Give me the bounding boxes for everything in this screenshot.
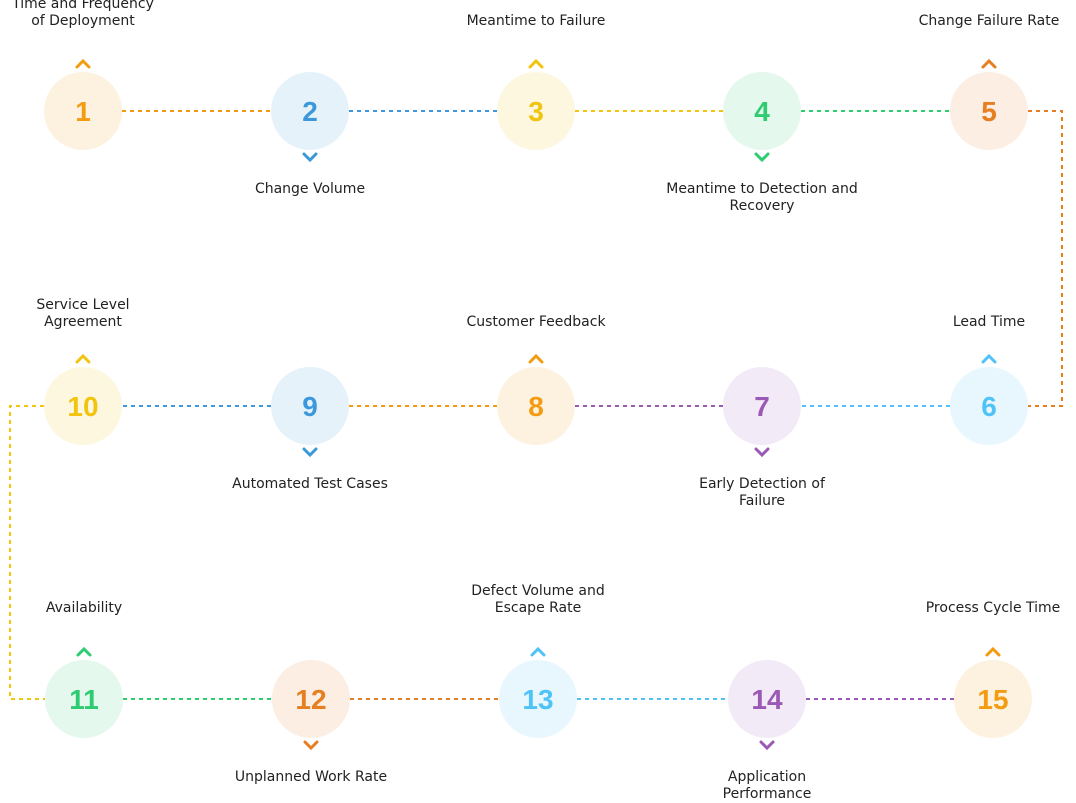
chevron-down-icon bbox=[759, 740, 775, 751]
chevron-up-icon bbox=[530, 646, 546, 657]
step-6: 6 Lead Time bbox=[950, 314, 1028, 445]
chevron-down-icon bbox=[754, 447, 770, 458]
connector-line bbox=[1028, 110, 1063, 407]
step-label: Change Failure Rate bbox=[919, 13, 1060, 29]
step-label: Meantime to Detection and bbox=[666, 181, 858, 197]
step-label: Time and Frequency bbox=[11, 0, 154, 12]
step-label: Unplanned Work Rate bbox=[235, 769, 387, 785]
step-label: Early Detection of bbox=[699, 476, 826, 492]
step-1: 1 Time and Frequencyof Deployment bbox=[11, 0, 154, 150]
chevron-up-icon bbox=[75, 353, 91, 364]
step-label: Performance bbox=[723, 786, 812, 802]
step-5: 5 Change Failure Rate bbox=[919, 13, 1060, 150]
step-9: 9 Automated Test Cases bbox=[232, 367, 388, 492]
step-number: 11 bbox=[69, 684, 99, 715]
step-number: 10 bbox=[67, 391, 98, 422]
step-label: Customer Feedback bbox=[466, 314, 606, 330]
step-label: Application bbox=[728, 769, 806, 785]
chevron-up-icon bbox=[528, 353, 544, 364]
connector-line bbox=[9, 405, 45, 700]
step-8: 8 Customer Feedback bbox=[466, 314, 606, 445]
step-2: 2 Change Volume bbox=[255, 72, 365, 197]
step-number: 13 bbox=[522, 684, 553, 715]
step-15: 15 Process Cycle Time bbox=[926, 600, 1061, 738]
chevron-up-icon bbox=[528, 58, 544, 69]
step-label: Lead Time bbox=[953, 314, 1025, 330]
step-label: Meantime to Failure bbox=[467, 13, 606, 29]
chevron-down-icon bbox=[302, 152, 318, 163]
step-label: Escape Rate bbox=[495, 600, 581, 616]
step-14: 14 ApplicationPerformance bbox=[723, 660, 812, 802]
step-label: Change Volume bbox=[255, 181, 365, 197]
step-number: 2 bbox=[302, 96, 318, 127]
step-label: Agreement bbox=[44, 314, 122, 330]
chevron-up-icon bbox=[985, 646, 1001, 657]
chevron-down-icon bbox=[302, 447, 318, 458]
step-number: 4 bbox=[754, 96, 770, 127]
step-3: 3 Meantime to Failure bbox=[467, 13, 606, 150]
step-10: 10 Service LevelAgreement bbox=[36, 297, 130, 445]
step-12: 12 Unplanned Work Rate bbox=[235, 660, 387, 785]
step-label: Process Cycle Time bbox=[926, 600, 1061, 616]
chevron-up-icon bbox=[981, 353, 997, 364]
step-label: Failure bbox=[739, 493, 785, 509]
step-number: 14 bbox=[751, 684, 783, 715]
step-4: 4 Meantime to Detection andRecovery bbox=[666, 72, 858, 214]
step-label: Availability bbox=[46, 600, 122, 616]
step-label: Automated Test Cases bbox=[232, 476, 388, 492]
step-label: Service Level bbox=[36, 297, 129, 313]
step-number: 12 bbox=[295, 684, 326, 715]
step-label: Recovery bbox=[730, 198, 795, 214]
chevron-up-icon bbox=[981, 58, 997, 69]
step-number: 6 bbox=[981, 391, 997, 422]
step-number: 5 bbox=[981, 96, 997, 127]
step-label: of Deployment bbox=[31, 13, 135, 29]
process-flow-diagram: 1 Time and Frequencyof Deployment 2 Change … bbox=[9, 0, 1063, 802]
step-number: 9 bbox=[302, 391, 318, 422]
step-11: 11 Availability bbox=[45, 600, 123, 738]
step-number: 7 bbox=[754, 391, 770, 422]
step-13: 13 Defect Volume andEscape Rate bbox=[471, 583, 605, 738]
chevron-up-icon bbox=[75, 58, 91, 69]
chevron-down-icon bbox=[754, 152, 770, 163]
step-label: Defect Volume and bbox=[471, 583, 604, 599]
step-number: 3 bbox=[528, 96, 544, 127]
chevron-down-icon bbox=[303, 740, 319, 751]
step-7: 7 Early Detection ofFailure bbox=[699, 367, 826, 509]
step-number: 1 bbox=[75, 96, 91, 127]
step-number: 15 bbox=[977, 684, 1008, 715]
chevron-up-icon bbox=[76, 646, 92, 657]
step-number: 8 bbox=[528, 391, 544, 422]
